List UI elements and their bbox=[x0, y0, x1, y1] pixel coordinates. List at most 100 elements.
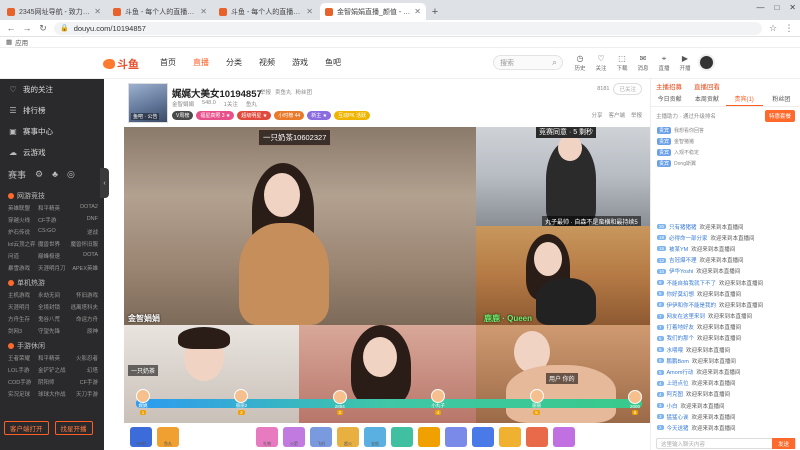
sidebar-game-link[interactable]: LOL手游 bbox=[8, 366, 38, 374]
sidebar-game-link[interactable]: 阴阳师 bbox=[38, 378, 68, 386]
gift-item[interactable]: 礼物 bbox=[256, 426, 278, 447]
sidebar-game-link[interactable]: 穿越火线 bbox=[8, 216, 38, 224]
chat-nickname[interactable]: 只有猪猪猪 bbox=[669, 223, 697, 231]
room-badge[interactable]: 超级明星 ★ bbox=[237, 111, 272, 120]
sidebar-game-link[interactable]: 英雄联盟 bbox=[8, 204, 38, 212]
browser-tab[interactable]: 斗鱼 - 每个人的直播平台 ✕ bbox=[108, 3, 212, 20]
sidebar-section-title[interactable]: 网游竞技 bbox=[0, 185, 104, 204]
gift-item[interactable] bbox=[418, 426, 440, 447]
room-link[interactable]: 卖鱼丸 bbox=[275, 88, 292, 96]
star-icon[interactable]: ☆ bbox=[768, 23, 778, 34]
sidebar-item[interactable]: ♡ 我的关注 bbox=[0, 79, 104, 100]
room-action[interactable]: 分享 bbox=[591, 111, 602, 119]
sidebar-game-link[interactable]: DNF bbox=[68, 216, 98, 224]
sidebar-game-link[interactable]: 暴雪游戏 bbox=[8, 264, 38, 272]
header-heart-button[interactable]: ♡ 关注 bbox=[595, 54, 607, 72]
sidebar-game-link[interactable]: 炉石传说 bbox=[8, 228, 38, 236]
sidebar-game-link[interactable]: 逃离塔科夫 bbox=[68, 303, 98, 311]
header-message-button[interactable]: ✉ 消息 bbox=[637, 54, 649, 72]
sidebar-section-title[interactable]: 单机热游 bbox=[0, 272, 104, 291]
rank-tab[interactable]: 今日贡献 bbox=[651, 93, 688, 106]
sidebar-game-link[interactable]: 天涯明月 bbox=[8, 303, 38, 311]
close-tab-icon[interactable]: ✕ bbox=[306, 7, 313, 16]
video-player[interactable]: 一只奶茶10602327 金智娟娟 竞赛同意 · 5 剩秒 丸子最帅 · 自森不… bbox=[124, 127, 650, 423]
chat-nickname[interactable]: 我们的那个 bbox=[667, 334, 695, 342]
header-play-button[interactable]: ▶ 开播 bbox=[679, 54, 691, 72]
rank-row[interactable]: 贵宾 我想看你回答 bbox=[651, 125, 800, 136]
header-gift-button[interactable]: ⬚ 下载 bbox=[616, 54, 628, 72]
search-icon[interactable]: ⌕ bbox=[552, 57, 557, 68]
back-icon[interactable]: ← bbox=[6, 23, 16, 33]
nav-item[interactable]: 视频 bbox=[259, 57, 275, 68]
follow-button[interactable]: 已关注 bbox=[613, 83, 642, 95]
gift-item[interactable] bbox=[391, 426, 413, 447]
sidebar-game-link[interactable]: 实况足球 bbox=[8, 390, 38, 398]
sidebar-game-link[interactable]: 鬼谷八荒 bbox=[38, 315, 68, 323]
rank-row[interactable]: 贵宾 入观不稳定 bbox=[651, 147, 800, 158]
vote-item[interactable]: 娓娓 1 bbox=[136, 389, 150, 415]
chat-input[interactable]: 这里输入聊天内容 发送 bbox=[656, 438, 796, 449]
sidebar-section-title[interactable]: 手游休闲 bbox=[0, 335, 104, 354]
search-input[interactable]: 搜索 ⌕ bbox=[493, 55, 563, 70]
gift-item[interactable]: 火箭 bbox=[283, 426, 305, 447]
douyu-logo[interactable]: 斗鱼 bbox=[103, 56, 139, 72]
sidebar-game-link[interactable]: DOTA2 bbox=[68, 204, 98, 212]
chat-nickname[interactable]: 吉冠爆不理 bbox=[669, 256, 697, 264]
room-action[interactable]: 举报 bbox=[631, 111, 642, 119]
menu-icon[interactable]: ⋮ bbox=[784, 23, 794, 34]
room-thumbnail[interactable]: 鱼吧 · 公告 bbox=[128, 83, 168, 123]
gift-item[interactable]: 宝船 bbox=[364, 426, 386, 447]
rank-tab[interactable]: 贵宾(1) bbox=[725, 93, 763, 106]
user-avatar[interactable] bbox=[698, 54, 715, 71]
sidebar-item[interactable]: ☰ 排行榜 bbox=[0, 100, 104, 121]
sidebar-game-link[interactable]: 逆战 bbox=[68, 228, 98, 236]
chat-nickname[interactable]: 不能自拍我就下不了 bbox=[667, 279, 717, 287]
nav-item[interactable]: 分类 bbox=[226, 57, 242, 68]
vote-item[interactable]: 2894 3 bbox=[332, 390, 347, 415]
chat-nickname[interactable]: 被某YM bbox=[669, 245, 688, 253]
sidebar-game-link[interactable]: 魔兽世界 bbox=[38, 240, 68, 248]
sidebar-game-link[interactable]: 球球大作战 bbox=[38, 390, 68, 398]
gift-item[interactable] bbox=[526, 426, 548, 447]
browser-tab[interactable]: 2345网址导航 - 致力于打造百年品牌✕ bbox=[2, 3, 106, 20]
header-history-button[interactable]: ◷ 历史 bbox=[574, 54, 586, 72]
room-badge[interactable]: V周榜 bbox=[172, 111, 194, 120]
open-client-button[interactable]: 客户端打开 bbox=[4, 421, 49, 435]
chat-nickname[interactable]: 今天送猪 bbox=[667, 424, 689, 432]
gift-item[interactable] bbox=[499, 426, 521, 447]
sidebar-game-link[interactable]: CF手游 bbox=[68, 378, 98, 386]
gift-item[interactable] bbox=[553, 426, 575, 447]
sidebar-game-link[interactable]: 幻塔 bbox=[68, 366, 98, 374]
sidebar-game-link[interactable]: 巅峰极速 bbox=[38, 252, 68, 260]
close-tab-icon[interactable]: ✕ bbox=[94, 7, 101, 16]
room-badge[interactable]: 小时榜 44 bbox=[274, 111, 305, 120]
new-tab-button[interactable]: + bbox=[428, 3, 442, 20]
close-tab-icon[interactable]: ✕ bbox=[200, 7, 207, 16]
sidebar-game-link[interactable]: CF手游 bbox=[38, 216, 68, 224]
sidebar-game-link[interactable]: 天刀手游 bbox=[68, 390, 98, 398]
sidebar-game-link[interactable]: 原神 bbox=[68, 327, 98, 335]
nav-item[interactable]: 直播 bbox=[193, 57, 209, 68]
chat-nickname[interactable]: 阿克图 bbox=[667, 390, 684, 398]
gift-item[interactable]: 超火 bbox=[337, 426, 359, 447]
start-stream-button[interactable]: 找星开播 bbox=[54, 421, 93, 435]
chat-nickname[interactable]: Amom行动 bbox=[667, 368, 694, 376]
sidebar-game-link[interactable]: lol云顶之弈 bbox=[8, 240, 38, 248]
gift-item[interactable] bbox=[184, 426, 206, 447]
browser-tab[interactable]: 金智娟娟直播_颜值 - 斗鱼直播✕ bbox=[320, 3, 426, 20]
sidebar-quick-icon[interactable]: ◎ bbox=[67, 169, 75, 180]
sidebar-game-link[interactable]: 王者荣耀 bbox=[8, 354, 38, 362]
sidebar-game-link[interactable]: CS:GO bbox=[38, 228, 68, 236]
gift-item[interactable]: 飞机 bbox=[310, 426, 332, 447]
close-window-icon[interactable]: ✕ bbox=[789, 3, 796, 12]
sidebar-game-link[interactable]: 火影忍者 bbox=[68, 354, 98, 362]
header-location-button[interactable]: ⌖ 直播 bbox=[658, 54, 670, 72]
sidebar-game-link[interactable]: 和平精英 bbox=[38, 204, 68, 212]
sidebar-game-link[interactable]: 问道 bbox=[8, 252, 38, 260]
forward-icon[interactable]: → bbox=[22, 23, 32, 33]
sidebar-item[interactable]: ▣ 赛事中心 bbox=[0, 121, 104, 142]
sidebar-game-link[interactable]: 主机游戏 bbox=[8, 291, 38, 299]
vote-item[interactable]: 丽丽 5 bbox=[529, 389, 544, 415]
rank-tab[interactable]: 粉丝团 bbox=[763, 93, 800, 106]
room-link[interactable]: 举报 bbox=[260, 88, 271, 96]
